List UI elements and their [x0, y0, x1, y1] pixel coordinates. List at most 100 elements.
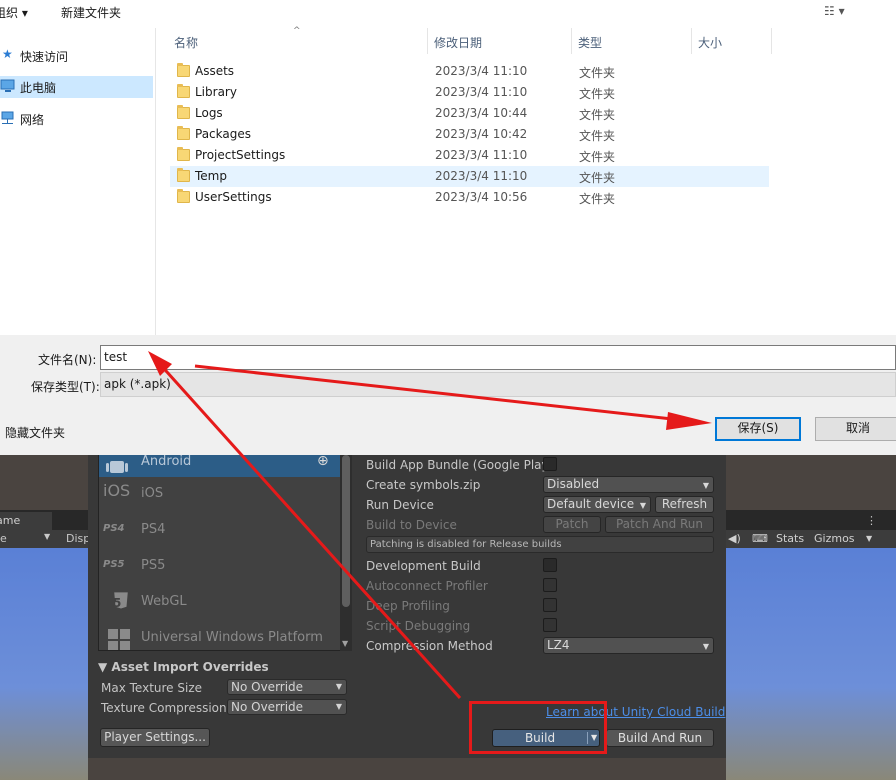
file-type: 文件夹	[579, 108, 616, 122]
new-folder-button[interactable]: 新建文件夹	[61, 4, 121, 21]
platform-label: Android	[141, 455, 192, 469]
file-row[interactable]: Temp 2023/3/4 11:10 文件夹	[170, 166, 769, 187]
filename-label: 文件名(N):	[38, 353, 97, 367]
file-name: ProjectSettings	[195, 148, 286, 162]
autoconnect-profiler-label: Autoconnect Profiler	[366, 579, 488, 593]
file-type: 文件夹	[579, 171, 616, 185]
column-divider[interactable]	[571, 28, 572, 54]
platform-item-webgl[interactable]: 5 WebGL	[99, 585, 341, 621]
ios-icon: iOS	[103, 481, 131, 500]
file-modified: 2023/3/4 10:44	[435, 106, 528, 120]
platform-item-uwp[interactable]: Universal Windows Platform	[99, 621, 341, 650]
platform-item-ps5[interactable]: PS5 PS5	[99, 549, 341, 585]
build-to-device-label: Build to Device	[366, 518, 457, 532]
display-label[interactable]: Disp	[66, 532, 90, 545]
tab-game[interactable]: ame	[0, 512, 52, 530]
development-build-checkbox[interactable]	[543, 558, 557, 572]
game-view-toolbar: e ▼ Disp	[0, 530, 90, 548]
file-row[interactable]: Library 2023/3/4 11:10 文件夹	[170, 82, 769, 103]
filetype-label: 保存类型(T):	[31, 380, 100, 394]
platform-item-ps4[interactable]: PS4 PS4	[99, 513, 341, 549]
annotation-highlight-box	[469, 701, 607, 754]
build-and-run-button[interactable]: Build And Run	[606, 729, 714, 747]
nav-item-quick-access[interactable]: ★ 快速访问	[0, 45, 153, 67]
deep-profiling-label: Deep Profiling	[366, 599, 450, 613]
game-view-toolbar-right: ◀) ⌨ Stats Gizmos ▼	[726, 530, 896, 548]
chevron-down-icon: ▼	[44, 532, 51, 541]
file-row[interactable]: Assets 2023/3/4 11:10 文件夹	[170, 61, 769, 82]
file-name: Assets	[195, 64, 235, 78]
autoconnect-profiler-checkbox[interactable]	[543, 578, 557, 592]
development-build-label: Development Build	[366, 559, 481, 573]
keyboard-icon[interactable]: ⌨	[752, 532, 768, 545]
run-device-select[interactable]: Default device ▼	[543, 496, 651, 513]
organize-button[interactable]: 组织 ▾	[0, 4, 28, 21]
display-dropdown[interactable]: e ▼	[0, 532, 56, 546]
folder-icon	[177, 189, 190, 203]
refresh-button[interactable]: Refresh	[655, 496, 714, 513]
platform-item-ios[interactable]: iOS iOS	[99, 477, 341, 513]
file-name: Temp	[195, 169, 227, 183]
platform-label: PS5	[141, 558, 166, 573]
column-divider[interactable]	[427, 28, 428, 54]
script-debugging-checkbox[interactable]	[543, 618, 557, 632]
file-row[interactable]: UserSettings 2023/3/4 10:56 文件夹	[170, 187, 769, 208]
nav-item-label: 快速访问	[20, 50, 69, 64]
max-texture-size-select[interactable]: No Override ▼	[227, 679, 347, 695]
folder-icon	[177, 84, 190, 98]
column-divider[interactable]	[691, 28, 692, 54]
filetype-select[interactable]: apk (*.apk)	[100, 372, 896, 397]
platform-list-scrollbar[interactable]: ▼	[340, 455, 352, 651]
create-symbols-select[interactable]: Disabled ▼	[543, 476, 714, 493]
max-texture-size-label: Max Texture Size	[101, 681, 202, 695]
asset-import-overrides-header[interactable]: ▼ Asset Import Overrides	[98, 660, 269, 674]
script-debugging-label: Script Debugging	[366, 619, 471, 633]
view-options-button[interactable]: ☷ ▾	[824, 4, 845, 18]
scroll-down-icon[interactable]: ▼	[342, 639, 348, 648]
column-divider[interactable]	[771, 28, 772, 54]
column-header-type[interactable]: 类型	[578, 34, 602, 51]
build-app-bundle-label: Build App Bundle (Google Play)	[366, 458, 554, 472]
panel-menu-icon[interactable]: ⋮	[866, 514, 877, 527]
audio-icon[interactable]: ◀)	[728, 532, 741, 545]
chevron-down-icon: ▼	[335, 702, 342, 711]
hide-folders-toggle[interactable]: 隐藏文件夹	[5, 424, 65, 441]
column-header-size[interactable]: 大小	[698, 34, 722, 51]
filename-input[interactable]: test	[100, 345, 896, 370]
file-row[interactable]: Logs 2023/3/4 10:44 文件夹	[170, 103, 769, 124]
nav-item-this-pc[interactable]: 此电脑	[0, 76, 153, 98]
nav-item-network[interactable]: 网络	[0, 108, 153, 130]
compression-method-select[interactable]: LZ4 ▼	[543, 637, 714, 654]
android-icon	[106, 461, 128, 473]
cancel-button[interactable]: 取消	[815, 417, 896, 441]
player-settings-button[interactable]: Player Settings...	[100, 728, 210, 747]
network-icon	[1, 111, 14, 124]
navigation-pane: ★ 快速访问 此电脑 网络	[0, 28, 156, 335]
patch-and-run-button[interactable]: Patch And Run	[605, 516, 714, 533]
file-name: Packages	[195, 127, 251, 141]
computer-icon	[0, 79, 15, 92]
file-type: 文件夹	[579, 129, 616, 143]
texture-compression-select[interactable]: No Override ▼	[227, 699, 347, 715]
deep-profiling-checkbox[interactable]	[543, 598, 557, 612]
folder-icon	[177, 168, 190, 182]
column-header-name[interactable]: 名称	[174, 34, 198, 51]
file-name: Library	[195, 85, 237, 99]
platform-item-android[interactable]: Android ⊕	[99, 455, 341, 477]
file-name: UserSettings	[195, 190, 272, 204]
file-row[interactable]: ProjectSettings 2023/3/4 11:10 文件夹	[170, 145, 769, 166]
dialog-footer: 文件名(N): test 保存类型(T): apk (*.apk) 隐藏文件夹 …	[0, 335, 896, 455]
chevron-down-icon: ▼	[702, 642, 709, 651]
chevron-down-icon[interactable]: ▼	[866, 534, 872, 543]
gizmos-button[interactable]: Gizmos	[814, 532, 855, 545]
save-button[interactable]: 保存(S)	[715, 417, 801, 441]
patch-button[interactable]: Patch	[543, 516, 601, 533]
select-value: No Override	[231, 680, 304, 694]
column-header-modified[interactable]: 修改日期	[434, 34, 482, 51]
scrollbar-thumb[interactable]	[342, 455, 350, 607]
html5-icon-glyph: 5	[113, 596, 122, 610]
file-row[interactable]: Packages 2023/3/4 10:42 文件夹	[170, 124, 769, 145]
build-app-bundle-checkbox[interactable]	[543, 457, 557, 471]
stats-button[interactable]: Stats	[776, 532, 804, 545]
file-modified: 2023/3/4 11:10	[435, 169, 528, 183]
